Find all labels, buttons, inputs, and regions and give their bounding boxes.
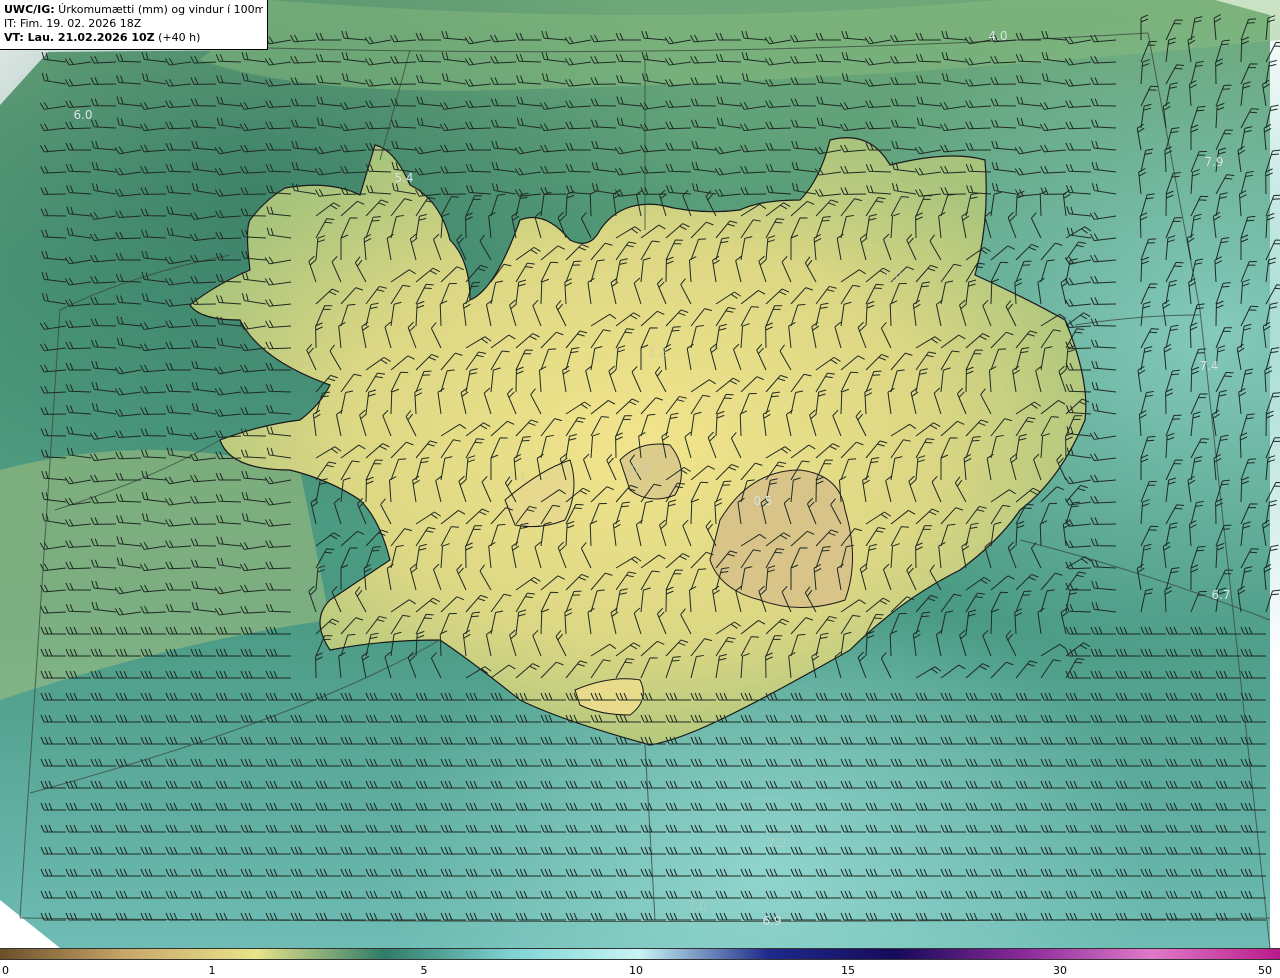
colorbar-tick-label: 5 (420, 964, 428, 977)
valid-time: VT: Lau. 21.02.2026 10Z (4, 31, 155, 44)
map-value-label: 7.4 (1199, 359, 1219, 373)
colorbar-tick-label: 10 (629, 964, 643, 977)
colorbar-tick-label: 50 (1258, 964, 1272, 977)
colorbar-gradient (0, 948, 1280, 960)
map-value-label: 6.9 (762, 914, 782, 928)
lead-time: (+40 h) (154, 31, 201, 44)
map-value-label: 7.2 (767, 836, 787, 850)
map-info-box: UWC/IG: Úrkomumætti (mm) og vindur í 100… (0, 0, 268, 50)
colorbar-tick-label: 1 (208, 964, 216, 977)
colorbar-tick-label: 15 (841, 964, 855, 977)
map-value-label: 7.9 (1204, 155, 1224, 169)
init-time: IT: Fim. 19. 02. 2026 18Z (4, 17, 142, 30)
model-code: UWC/IG: (4, 3, 55, 16)
map-value-label: 1.2 (648, 345, 668, 359)
colorbar: 0 1 5 10 15 30 50 (0, 948, 1280, 978)
map-value-label: 5.4 (394, 171, 414, 185)
map-value-label: 1.0 (883, 270, 903, 284)
map-value-label: 4.0 (988, 29, 1008, 43)
map-title: Úrkomumætti (mm) og vindur í 100m hæð (58, 3, 263, 16)
map-value-label: 0.5 (753, 494, 773, 508)
map-value-label: 7.0 (687, 899, 707, 913)
colorbar-tick-label: 30 (1053, 964, 1067, 977)
title-line: UWC/IG: Úrkomumætti (mm) og vindur í 100… (4, 3, 263, 17)
map-value-label: 6.0 (73, 108, 93, 122)
map-value-label: 6.7 (1211, 588, 1231, 602)
map-value-label: 0.9 (630, 463, 650, 477)
colorbar-tick-label: 0 (2, 964, 9, 977)
valid-time-line: VT: Lau. 21.02.2026 10Z (+40 h) (4, 31, 263, 45)
map-value-label: 1.1 (507, 469, 527, 483)
